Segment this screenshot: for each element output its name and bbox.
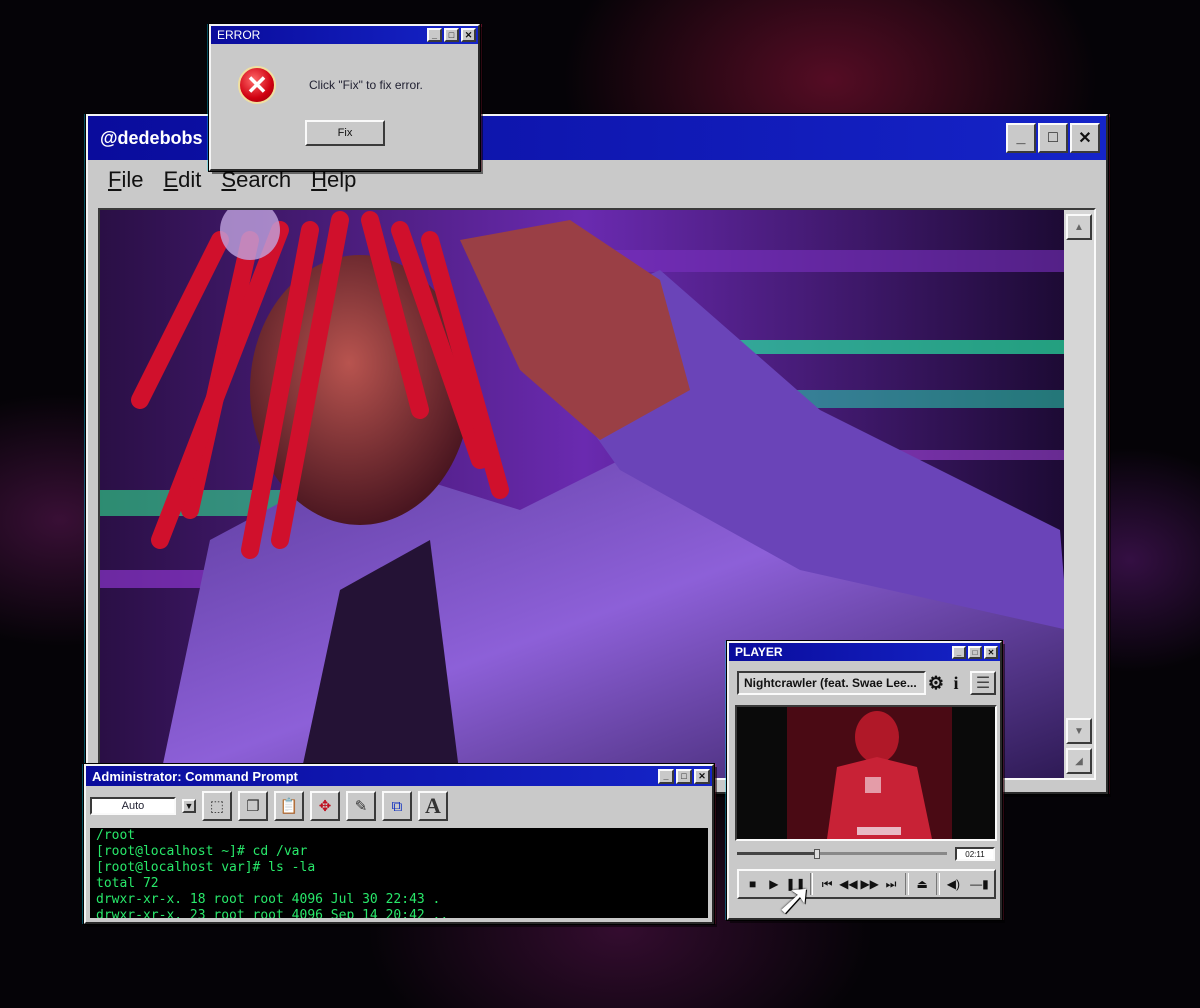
eject-icon[interactable]: ⏏ xyxy=(913,873,932,895)
close-button[interactable]: ✕ xyxy=(984,645,998,659)
video-frame xyxy=(737,707,995,839)
minimize-button[interactable]: _ xyxy=(427,28,442,42)
menu-file[interactable]: File xyxy=(108,167,143,193)
main-window-title: @dedebobs xyxy=(100,127,203,148)
player-titlebar[interactable]: PLAYER _ □ ✕ xyxy=(729,643,1000,661)
properties-icon[interactable]: ✎ xyxy=(346,791,376,821)
cmd-title: Administrator: Command Prompt xyxy=(92,768,298,784)
command-prompt-window: Administrator: Command Prompt _ □ ✕ Auto… xyxy=(84,764,714,924)
maximize-button[interactable]: □ xyxy=(968,645,982,659)
terminal-line: drwxr-xr-x. 23 root root 4096 Sep 14 20:… xyxy=(96,908,449,918)
next-icon[interactable]: ⏭ xyxy=(881,873,900,895)
paste-icon[interactable]: 📋 xyxy=(274,791,304,821)
error-message: Click "Fix" to fix error. xyxy=(309,78,423,92)
scroll-down-button[interactable]: ▼ xyxy=(1066,718,1092,744)
rewind-icon[interactable]: ◀◀ xyxy=(839,873,858,895)
maximize-button[interactable]: □ xyxy=(444,28,459,42)
font-button[interactable]: A xyxy=(418,791,448,821)
close-button[interactable]: ✕ xyxy=(1070,123,1100,153)
seek-progress xyxy=(737,852,817,855)
vertical-scrollbar[interactable]: ▲ ▼ ◢ xyxy=(1064,210,1094,778)
player-title: PLAYER xyxy=(735,645,783,659)
terminal-output[interactable]: /root [root@localhost ~]# cd /var [root@… xyxy=(90,828,708,918)
chevron-down-icon[interactable]: ▼ xyxy=(182,799,196,813)
error-title: ERROR xyxy=(217,28,261,42)
menu-edit[interactable]: Edit xyxy=(163,167,201,193)
terminal-line: drwxr-xr-x. 18 root root 4096 Jul 30 22:… xyxy=(96,892,441,907)
minimize-button[interactable]: _ xyxy=(658,768,674,784)
error-dialog: ERROR _ □ ✕ ✕ Click "Fix" to fix error. … xyxy=(209,24,480,171)
maximize-button[interactable]: □ xyxy=(1038,123,1068,153)
maximize-button[interactable]: □ xyxy=(676,768,692,784)
copy-icon[interactable]: ❐ xyxy=(238,791,268,821)
terminal-line: /root xyxy=(96,828,136,843)
error-titlebar[interactable]: ERROR _ □ ✕ xyxy=(211,26,478,44)
terminal-line: total 72 xyxy=(96,876,159,891)
error-x-icon: ✕ xyxy=(238,66,276,104)
cmd-toolbar: Auto ▼ ⬚ ❐ 📋 ✥ ✎ ⧉ A xyxy=(86,786,712,826)
stop-icon[interactable]: ■ xyxy=(743,873,762,895)
close-button[interactable]: ✕ xyxy=(694,768,710,784)
volume-icon[interactable]: ◀) xyxy=(944,873,963,895)
seek-bar[interactable] xyxy=(737,849,947,859)
mouse-cursor-icon: ➚ xyxy=(776,875,813,924)
video-display[interactable] xyxy=(735,705,997,841)
track-title: Nightcrawler (feat. Swae Lee... xyxy=(737,671,926,695)
previous-icon[interactable]: ⏮ xyxy=(817,873,836,895)
resize-grip-icon[interactable]: ◢ xyxy=(1066,748,1092,774)
fullscreen-icon[interactable]: ✥ xyxy=(310,791,340,821)
volume-slider[interactable]: —▮ xyxy=(965,873,994,895)
menu-icon[interactable]: ☰ xyxy=(970,671,996,695)
seek-handle[interactable] xyxy=(813,849,820,859)
background-icon[interactable]: ⧉ xyxy=(382,791,412,821)
gear-icon[interactable]: ⚙ xyxy=(926,671,946,695)
scroll-up-button[interactable]: ▲ xyxy=(1066,214,1092,240)
media-player-window: PLAYER _ □ ✕ Nightcrawler (feat. Swae Le… xyxy=(727,641,1002,920)
terminal-line: [root@localhost var]# ls -la xyxy=(96,860,316,875)
info-icon[interactable]: i xyxy=(946,671,966,695)
cmd-titlebar[interactable]: Administrator: Command Prompt _ □ ✕ xyxy=(86,766,712,786)
time-display: 02:11 xyxy=(955,847,995,861)
mark-tool-icon[interactable]: ⬚ xyxy=(202,791,232,821)
fast-forward-icon[interactable]: ▶▶ xyxy=(860,873,879,895)
minimize-button[interactable]: _ xyxy=(952,645,966,659)
fix-button[interactable]: Fix xyxy=(305,120,385,146)
close-button[interactable]: ✕ xyxy=(461,28,476,42)
terminal-line: [root@localhost ~]# cd /var xyxy=(96,844,308,859)
track-info-bar: Nightcrawler (feat. Swae Lee... ⚙ i ☰ xyxy=(737,669,996,697)
font-size-select[interactable]: Auto xyxy=(90,797,176,815)
minimize-button[interactable]: _ xyxy=(1006,123,1036,153)
